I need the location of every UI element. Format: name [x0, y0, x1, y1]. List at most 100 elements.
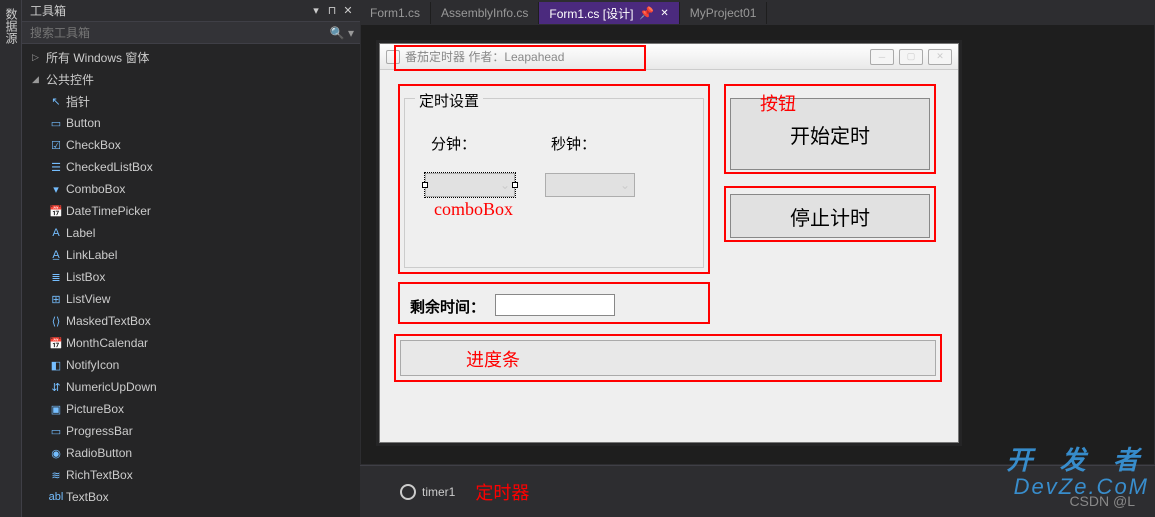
tool-label: TextBox [66, 490, 109, 504]
annotation-label: 按钮 [760, 90, 796, 116]
toolbox-item[interactable]: ▣PictureBox [22, 398, 360, 420]
tool-label: ListView [66, 292, 110, 306]
form-title: 番茄定时器 作者：Leapahead [405, 48, 865, 65]
tool-icon: A̲ [46, 249, 66, 261]
tool-label: LinkLabel [66, 248, 117, 262]
button-stop[interactable]: 停止计时 [730, 194, 930, 238]
tool-label: RadioButton [66, 446, 132, 460]
search-icon[interactable]: 🔍 ▾ [330, 26, 354, 40]
close-icon[interactable]: ✕ [340, 4, 356, 17]
toolbox-item[interactable]: A̲LinkLabel [22, 244, 360, 266]
toolbox-title: 工具箱 [30, 2, 308, 19]
watermark-line2: DevZe.CoM [1014, 474, 1149, 500]
form-designer[interactable]: 番茄定时器 作者：Leapahead ─ ▢ ✕ 定时设置 分钟： 秒钟： ⌄ … [379, 43, 959, 443]
tool-icon: ◉ [46, 447, 66, 460]
toolbox-item[interactable]: 📅DateTimePicker [22, 200, 360, 222]
tool-label: 指针 [66, 93, 90, 110]
timer-icon [400, 484, 416, 500]
close-button[interactable]: ✕ [928, 49, 952, 65]
tool-label: ComboBox [66, 182, 125, 196]
label-minute: 分钟： [431, 133, 476, 154]
toolbox-item[interactable]: ↖指针 [22, 90, 360, 112]
tool-icon: ≣ [46, 271, 66, 284]
label-remaining: 剩余时间： [410, 296, 485, 317]
toolbox-item[interactable]: ▾ComboBox [22, 178, 360, 200]
tool-icon: ☑ [46, 139, 66, 152]
tool-icon: ▾ [46, 183, 66, 196]
search-input[interactable] [28, 25, 330, 41]
tool-label: CheckBox [66, 138, 121, 152]
tool-label: Label [66, 226, 95, 240]
textbox-remaining[interactable] [495, 294, 615, 316]
watermark-line1: 开 发 者 [1007, 440, 1149, 477]
pin-icon[interactable]: ⊓ [324, 4, 340, 17]
groupbox-title: 定时设置 [415, 90, 483, 111]
combobox-minute[interactable]: ⌄ [425, 173, 515, 197]
tool-label: CheckedListBox [66, 160, 153, 174]
toolbox-item[interactable]: ▭ProgressBar [22, 420, 360, 442]
side-tab-label: 数据源 [0, 8, 20, 44]
toolbox-search[interactable]: 🔍 ▾ [22, 22, 360, 44]
toolbox-item[interactable]: ⟨⟩MaskedTextBox [22, 310, 360, 332]
close-tab-icon[interactable]: ✕ [660, 8, 668, 19]
toolbox-item[interactable]: ◉RadioButton [22, 442, 360, 464]
toolbox-item[interactable]: ◧NotifyIcon [22, 354, 360, 376]
tool-icon: ☰ [46, 161, 66, 174]
tool-icon: ≋ [46, 469, 66, 482]
chevron-down-icon: ⌄ [620, 178, 630, 192]
tool-icon: A [46, 227, 66, 239]
toolbox-item[interactable]: ≣ListBox [22, 266, 360, 288]
tool-icon: ⇵ [46, 381, 66, 394]
groupbox-timer-settings[interactable]: 定时设置 分钟： 秒钟： ⌄ ⌄ [404, 98, 704, 268]
tab-myproject01[interactable]: MyProject01 [680, 2, 768, 24]
tab-form1cs[interactable]: Form1.cs [360, 2, 431, 24]
label-second: 秒钟： [551, 133, 596, 154]
annotation-label: comboBox [434, 199, 513, 220]
toolbox-item[interactable]: ALabel [22, 222, 360, 244]
minimize-button[interactable]: ─ [870, 49, 894, 65]
tab-form1-design[interactable]: Form1.cs [设计] 📌 ✕ [539, 2, 679, 24]
toolbox-item[interactable]: ≋RichTextBox [22, 464, 360, 486]
toolbox-group[interactable]: ◢ 公共控件 [22, 68, 360, 90]
toolbox-item[interactable]: ▭Button [22, 112, 360, 134]
toolbox-item[interactable]: ☰CheckedListBox [22, 156, 360, 178]
tool-icon: 📅 [46, 337, 66, 350]
group-label: 所有 Windows 窗体 [46, 49, 149, 66]
tool-icon: ▭ [46, 425, 66, 438]
form-icon [386, 50, 400, 64]
design-surface[interactable]: 番茄定时器 作者：Leapahead ─ ▢ ✕ 定时设置 分钟： 秒钟： ⌄ … [360, 24, 1155, 465]
tool-icon: ⟨⟩ [46, 315, 66, 328]
toolbox-header: 工具箱 ▾ ⊓ ✕ [22, 0, 360, 22]
tool-label: ProgressBar [66, 424, 133, 438]
toolbox-item[interactable]: ⊞ListView [22, 288, 360, 310]
toolbox-item[interactable]: ablTextBox [22, 486, 360, 508]
timer-component[interactable]: timer1 [422, 485, 455, 499]
side-vertical-tab[interactable]: 数据源 [0, 0, 22, 517]
toolbox-tree: ▷ 所有 Windows 窗体 ◢ 公共控件 ↖指针▭Button☑CheckB… [22, 44, 360, 517]
tool-icon: ▣ [46, 403, 66, 416]
tool-label: DateTimePicker [66, 204, 151, 218]
toolbox-group[interactable]: ▷ 所有 Windows 窗体 [22, 46, 360, 68]
tool-label: NotifyIcon [66, 358, 119, 372]
tool-label: RichTextBox [66, 468, 133, 482]
tool-label: MonthCalendar [66, 336, 148, 350]
toolbox-item[interactable]: ⇵NumericUpDown [22, 376, 360, 398]
tool-icon: ↖ [46, 95, 66, 108]
annotation-label: 进度条 [466, 346, 520, 372]
combobox-second[interactable]: ⌄ [545, 173, 635, 197]
tool-label: MaskedTextBox [66, 314, 151, 328]
tool-icon: ▭ [46, 117, 66, 130]
chevron-down-icon: ⌄ [500, 178, 510, 192]
dropdown-icon[interactable]: ▾ [308, 4, 324, 17]
group-label: 公共控件 [46, 71, 94, 88]
toolbox-panel: 工具箱 ▾ ⊓ ✕ 🔍 ▾ ▷ 所有 Windows 窗体 ◢ 公共控件 ↖指针… [22, 0, 360, 517]
toolbox-item[interactable]: 📅MonthCalendar [22, 332, 360, 354]
pin-icon[interactable]: 📌 [639, 6, 654, 20]
tab-assemblyinfo[interactable]: AssemblyInfo.cs [431, 2, 539, 24]
toolbox-item[interactable]: ☑CheckBox [22, 134, 360, 156]
maximize-button[interactable]: ▢ [899, 49, 923, 65]
tool-label: PictureBox [66, 402, 124, 416]
tool-label: ListBox [66, 270, 105, 284]
form-titlebar: 番茄定时器 作者：Leapahead ─ ▢ ✕ [380, 44, 958, 70]
tool-icon: ◧ [46, 359, 66, 372]
